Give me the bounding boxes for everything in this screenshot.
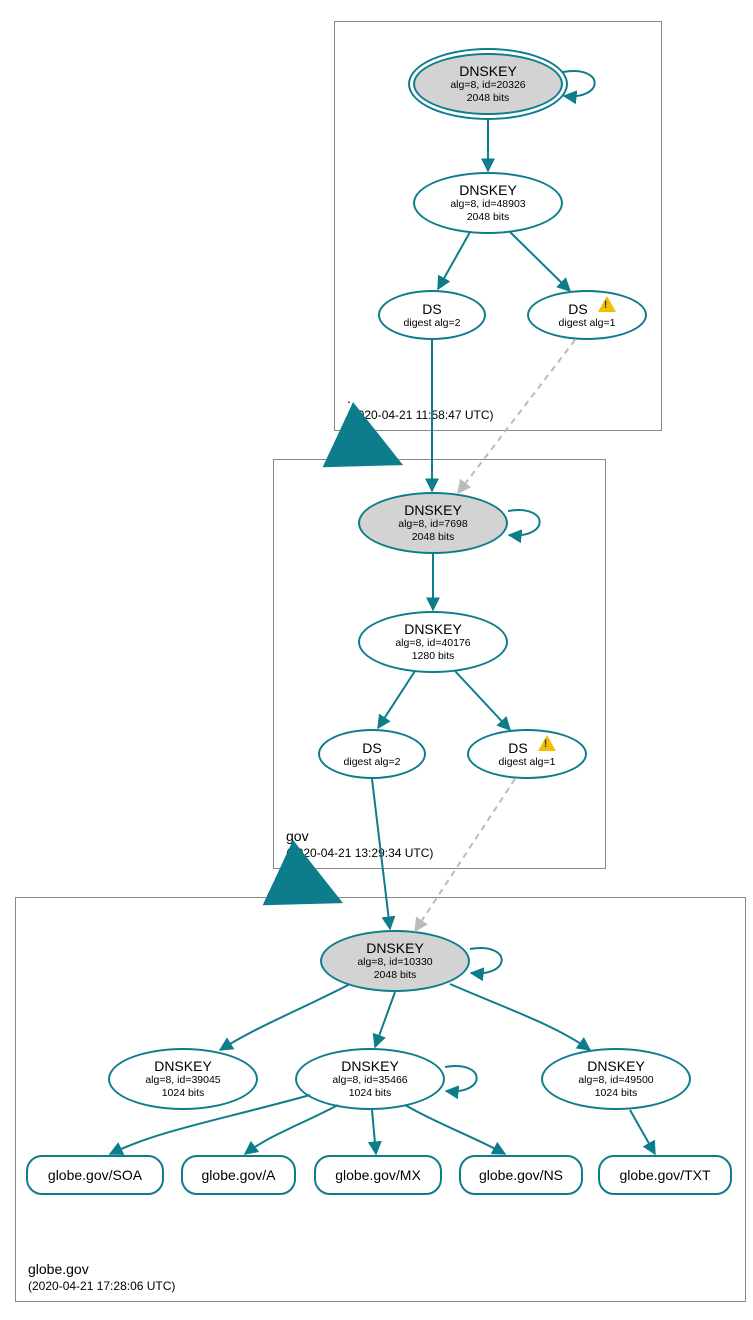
node-sub: digest alg=1 [499, 756, 556, 769]
node-sub: 1024 bits [162, 1087, 205, 1100]
rr-label: globe.gov/MX [335, 1167, 421, 1183]
zone-root-label: . (2020-04-21 11:58:47 UTC) [347, 390, 494, 422]
rr-a: globe.gov/A [181, 1155, 296, 1195]
node-sub: digest alg=2 [344, 756, 401, 769]
dnskey-globe-ksk: DNSKEY alg=8, id=10330 2048 bits [320, 930, 470, 992]
node-title: DS [362, 740, 381, 756]
rr-txt: globe.gov/TXT [598, 1155, 732, 1195]
node-sub: alg=8, id=10330 [357, 956, 432, 969]
node-sub: 2048 bits [467, 211, 510, 224]
dnskey-gov-ksk: DNSKEY alg=8, id=7698 2048 bits [358, 492, 508, 554]
zone-root-name: . [347, 390, 351, 406]
node-sub: alg=8, id=48903 [450, 198, 525, 211]
node-title: DS [422, 301, 441, 317]
zone-globe-name: globe.gov [28, 1261, 89, 1277]
rr-label: globe.gov/SOA [48, 1167, 142, 1183]
rr-label: globe.gov/A [202, 1167, 276, 1183]
node-sub: alg=8, id=35466 [332, 1074, 407, 1087]
zone-gov-name: gov [286, 828, 309, 844]
node-title: DS [508, 740, 527, 756]
node-sub: alg=8, id=7698 [398, 518, 467, 531]
dnskey-root-ksk: DNSKEY alg=8, id=20326 2048 bits [413, 53, 563, 115]
node-sub: alg=8, id=49500 [578, 1074, 653, 1087]
node-sub: alg=8, id=39045 [145, 1074, 220, 1087]
node-sub: alg=8, id=20326 [450, 79, 525, 92]
rr-mx: globe.gov/MX [314, 1155, 442, 1195]
dnskey-root-zsk: DNSKEY alg=8, id=48903 2048 bits [413, 172, 563, 234]
node-title: DS [568, 301, 587, 317]
rr-label: globe.gov/TXT [619, 1167, 710, 1183]
node-title: DNSKEY [587, 1058, 645, 1074]
node-sub: digest alg=2 [404, 317, 461, 330]
node-sub: 2048 bits [412, 531, 455, 544]
ds-root-1: DS digest alg=2 [378, 290, 486, 340]
node-title: DNSKEY [459, 63, 517, 79]
rr-ns: globe.gov/NS [459, 1155, 583, 1195]
node-sub: 1024 bits [595, 1087, 638, 1100]
node-sub: 1024 bits [349, 1087, 392, 1100]
node-sub: alg=8, id=40176 [395, 637, 470, 650]
zone-gov-label: gov (2020-04-21 13:29:34 UTC) [286, 828, 433, 860]
dnskey-globe-zsk2: DNSKEY alg=8, id=35466 1024 bits [295, 1048, 445, 1110]
dnskey-globe-zsk1: DNSKEY alg=8, id=39045 1024 bits [108, 1048, 258, 1110]
zone-gov-timestamp: (2020-04-21 13:29:34 UTC) [286, 846, 433, 860]
rr-label: globe.gov/NS [479, 1167, 563, 1183]
zone-globe-label: globe.gov (2020-04-21 17:28:06 UTC) [28, 1261, 175, 1293]
node-sub: 2048 bits [374, 969, 417, 982]
ds-gov-2: DS digest alg=1 [467, 729, 587, 779]
dnskey-globe-zsk3: DNSKEY alg=8, id=49500 1024 bits [541, 1048, 691, 1110]
node-sub: 1280 bits [412, 650, 455, 663]
node-title: DNSKEY [404, 621, 462, 637]
dnskey-gov-zsk: DNSKEY alg=8, id=40176 1280 bits [358, 611, 508, 673]
node-sub: 2048 bits [467, 92, 510, 105]
node-title: DNSKEY [154, 1058, 212, 1074]
node-title: DNSKEY [459, 182, 517, 198]
node-title: DNSKEY [366, 940, 424, 956]
node-title: DNSKEY [341, 1058, 399, 1074]
ds-gov-1: DS digest alg=2 [318, 729, 426, 779]
ds-root-2: DS digest alg=1 [527, 290, 647, 340]
zone-root-timestamp: (2020-04-21 11:58:47 UTC) [347, 408, 494, 422]
node-title: DNSKEY [404, 502, 462, 518]
rr-soa: globe.gov/SOA [26, 1155, 164, 1195]
node-sub: digest alg=1 [559, 317, 616, 330]
zone-globe-timestamp: (2020-04-21 17:28:06 UTC) [28, 1279, 175, 1293]
